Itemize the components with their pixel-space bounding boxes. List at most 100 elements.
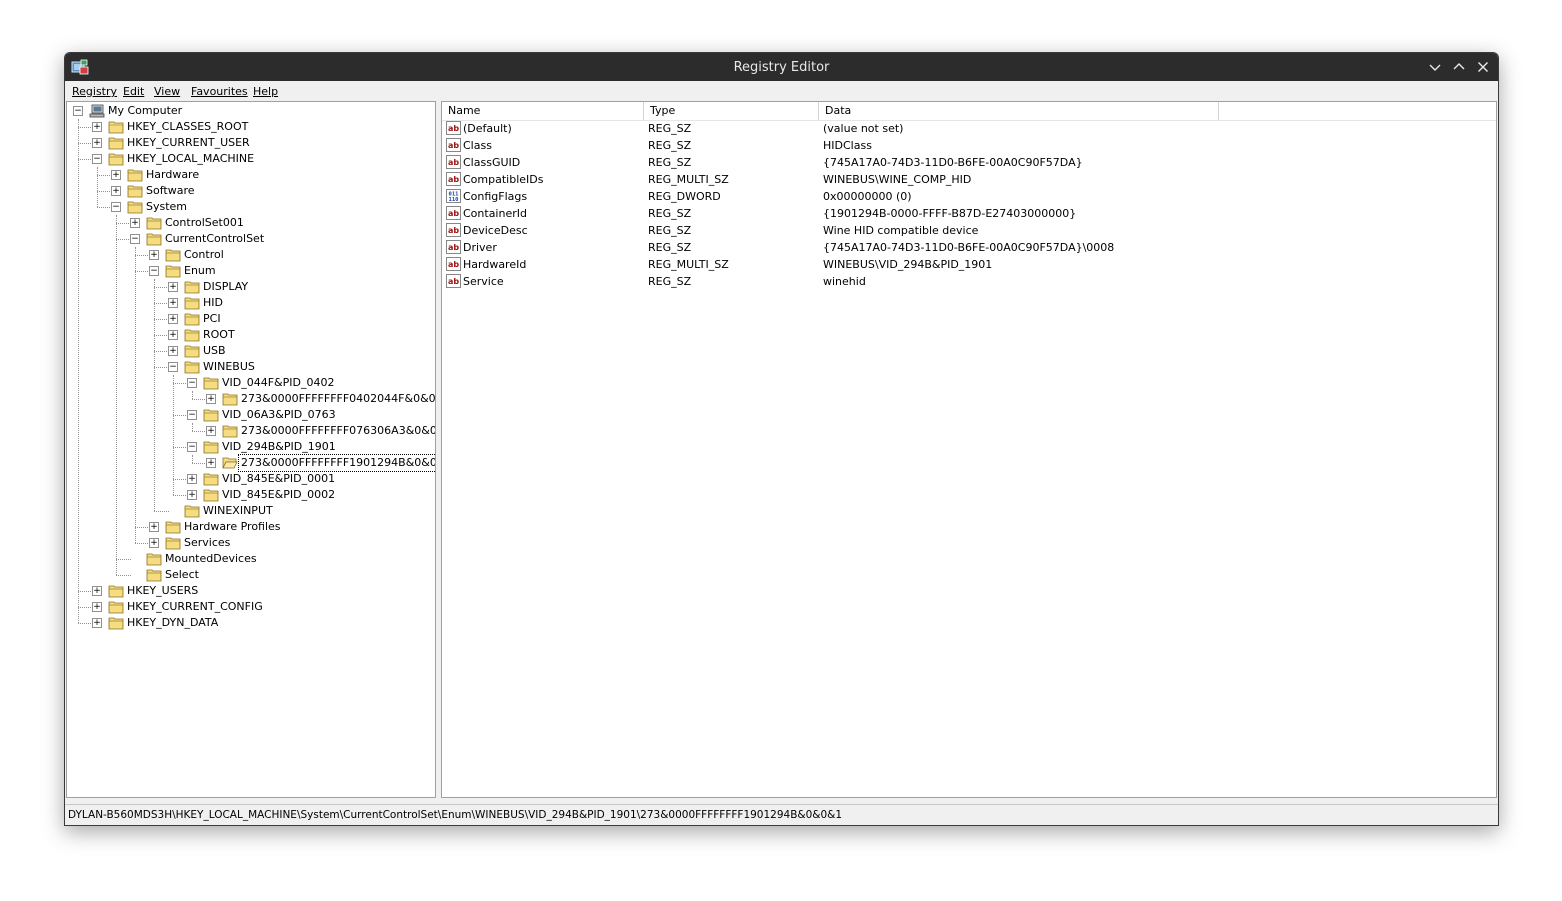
expand-toggle[interactable]: + (92, 618, 102, 628)
tree-item[interactable]: + HKEY_CURRENT_USER (67, 135, 435, 151)
tree-item[interactable]: − Enum (67, 263, 435, 279)
tree-item[interactable]: − CurrentControlSet (67, 231, 435, 247)
collapse-toggle[interactable]: − (73, 106, 83, 116)
menu-view[interactable]: View (154, 85, 180, 98)
value-data: Wine HID compatible device (823, 224, 979, 237)
menu-edit[interactable]: Edit (123, 85, 144, 98)
tree-item[interactable]: − My Computer (67, 103, 435, 119)
expand-toggle[interactable]: + (92, 602, 102, 612)
value-row[interactable]: ab (Default) REG_SZ (value not set) (442, 120, 1492, 137)
value-row[interactable]: ab Driver REG_SZ {745A17A0-74D3-11D0-B6FE-0… (442, 239, 1492, 256)
tree-item[interactable]: + Hardware (67, 167, 435, 183)
value-data: {745A17A0-74D3-11D0-B6FE-00A0C90F57DA}\0… (823, 241, 1115, 254)
value-row[interactable]: ab ContainerId REG_SZ {1901294B-0000-FFFF-B… (442, 205, 1492, 222)
value-row[interactable]: ab Class REG_SZ HIDClass (442, 137, 1492, 154)
collapse-toggle[interactable]: − (111, 202, 121, 212)
collapse-toggle[interactable]: − (187, 378, 197, 388)
tree-item[interactable]: + VID_845E&PID_0002 (67, 487, 435, 503)
expand-toggle[interactable]: + (149, 250, 159, 260)
expand-toggle[interactable]: + (149, 522, 159, 532)
tree-item[interactable]: +273&0000FFFFFFFF076306A3&0&0&0 (67, 423, 435, 439)
tree-item[interactable]: + Services (67, 535, 435, 551)
tree-item[interactable]: + ControlSet001 (67, 215, 435, 231)
close-icon[interactable] (1475, 59, 1491, 75)
value-name: ConfigFlags (463, 190, 528, 203)
tree-item[interactable]: − VID_06A3&PID_0763 (67, 407, 435, 423)
tree-item[interactable]: − WINEBUS (67, 359, 435, 375)
expand-toggle[interactable]: + (111, 186, 121, 196)
folder-icon (108, 616, 124, 630)
tree-item[interactable]: + HKEY_CLASSES_ROOT (67, 119, 435, 135)
registry-values-list[interactable]: Name Type Data ab (Default) REG_SZ (value n… (441, 101, 1497, 798)
value-type: REG_MULTI_SZ (648, 258, 729, 271)
expand-toggle[interactable]: + (187, 490, 197, 500)
expand-toggle[interactable]: + (206, 458, 216, 468)
expand-toggle[interactable]: + (168, 330, 178, 340)
folder-icon (146, 552, 162, 566)
expand-toggle[interactable]: + (111, 170, 121, 180)
folder-icon (203, 488, 219, 502)
collapse-toggle[interactable]: − (149, 266, 159, 276)
tree-item[interactable]: + ROOT (67, 327, 435, 343)
collapse-toggle[interactable]: − (130, 234, 140, 244)
tree-item[interactable]: − HKEY_LOCAL_MACHINE (67, 151, 435, 167)
expand-toggle[interactable]: + (187, 474, 197, 484)
column-header-bar: Name Type Data (442, 102, 1496, 121)
column-header-type[interactable]: Type (644, 102, 819, 120)
tree-item[interactable]: Select (67, 567, 435, 583)
tree-item[interactable]: + HID (67, 295, 435, 311)
column-header-name[interactable]: Name (442, 102, 644, 120)
expand-toggle[interactable]: + (92, 586, 102, 596)
expand-toggle[interactable]: + (168, 346, 178, 356)
tree-item[interactable]: + DISPLAY (67, 279, 435, 295)
tree-item[interactable]: − VID_294B&PID_1901 (67, 439, 435, 455)
value-row[interactable]: ab ClassGUID REG_SZ {745A17A0-74D3-11D0-B6F… (442, 154, 1492, 171)
collapse-toggle[interactable]: − (187, 410, 197, 420)
tree-item-selected[interactable]: +273&0000FFFFFFFF1901294B&0&0&1 (67, 454, 435, 472)
expand-toggle[interactable]: + (206, 394, 216, 404)
expand-toggle[interactable]: + (149, 538, 159, 548)
value-row[interactable]: ab DeviceDesc REG_SZ Wine HID compatible de… (442, 222, 1492, 239)
value-row[interactable]: 011 110 ConfigFlags REG_DWORD 0x00000000 (0) (442, 188, 1492, 205)
tree-item[interactable]: + Software (67, 183, 435, 199)
collapse-toggle[interactable]: − (92, 154, 102, 164)
title-bar[interactable]: Registry Editor (65, 53, 1498, 81)
tree-item-label: WINEXINPUT (203, 504, 273, 517)
tree-item[interactable]: +273&0000FFFFFFFF0402044F&0&0&0 (67, 391, 435, 407)
tree-item[interactable]: − VID_044F&PID_0402 (67, 375, 435, 391)
collapse-toggle[interactable]: − (187, 442, 197, 452)
tree-item[interactable]: − System (67, 199, 435, 215)
menu-help[interactable]: Help (253, 85, 278, 98)
tree-item-label: Services (184, 536, 231, 549)
tree-item[interactable]: + HKEY_USERS (67, 583, 435, 599)
value-type: REG_SZ (648, 241, 692, 254)
tree-item[interactable]: + Hardware Profiles (67, 519, 435, 535)
tree-item[interactable]: + USB (67, 343, 435, 359)
expand-toggle[interactable]: + (168, 314, 178, 324)
expand-toggle[interactable]: + (206, 426, 216, 436)
tree-item[interactable]: + Control (67, 247, 435, 263)
tree-item[interactable]: WINEXINPUT (67, 503, 435, 519)
expand-toggle[interactable]: + (92, 138, 102, 148)
tree-item[interactable]: + HKEY_DYN_DATA (67, 615, 435, 631)
value-data: 0x00000000 (0) (823, 190, 912, 203)
value-row[interactable]: ab Service REG_SZ winehid (442, 273, 1492, 290)
value-row[interactable]: ab HardwareId REG_MULTI_SZ WINEBUS\VID_294B… (442, 256, 1492, 273)
registry-key-tree[interactable]: − My Computer + HKEY_CLASSES_ROOT + HKEY_CURR… (66, 101, 436, 798)
minimize-icon[interactable] (1427, 59, 1443, 75)
expand-toggle[interactable]: + (168, 298, 178, 308)
menu-registry[interactable]: Registry (72, 85, 117, 98)
tree-item[interactable]: MountedDevices (67, 551, 435, 567)
tree-item[interactable]: + VID_845E&PID_0001 (67, 471, 435, 487)
column-header-data[interactable]: Data (819, 102, 1219, 120)
tree-item[interactable]: + PCI (67, 311, 435, 327)
collapse-toggle[interactable]: − (168, 362, 178, 372)
expand-toggle[interactable]: + (168, 282, 178, 292)
tree-item[interactable]: + HKEY_CURRENT_CONFIG (67, 599, 435, 615)
expand-toggle[interactable]: + (130, 218, 140, 228)
value-row[interactable]: ab CompatibleIDs REG_MULTI_SZ WINEBUS\WINE_… (442, 171, 1492, 188)
maximize-icon[interactable] (1451, 59, 1467, 75)
expand-toggle[interactable]: + (92, 122, 102, 132)
menu-favourites[interactable]: Favourites (191, 85, 248, 98)
tree-item-label: VID_845E&PID_0002 (222, 488, 336, 501)
